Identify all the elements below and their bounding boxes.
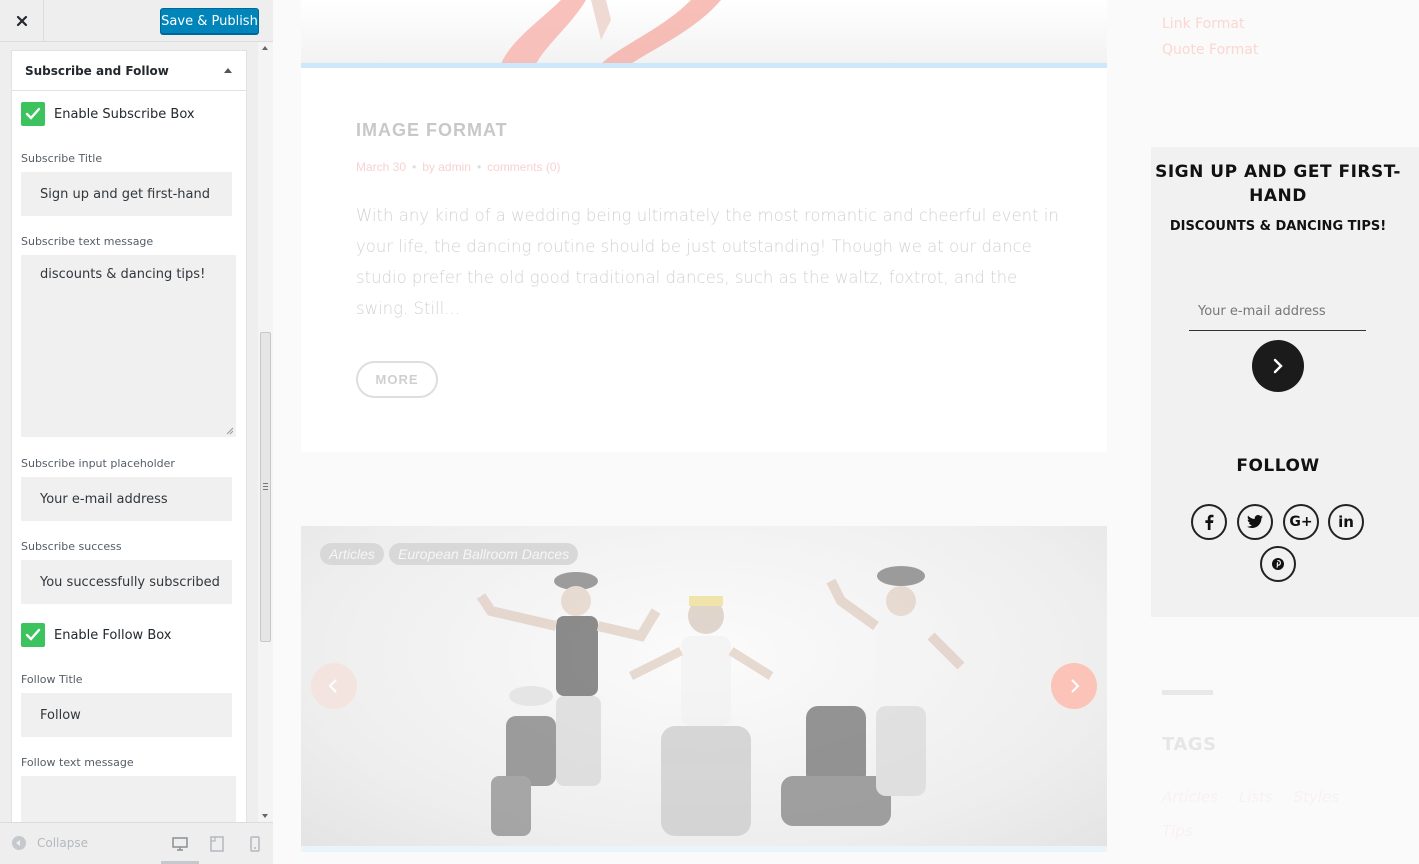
dancers-image — [476, 566, 965, 836]
subscribe-follow-section: Subscribe and Follow Enable Subscribe Bo… — [11, 50, 247, 822]
save-publish-button[interactable]: Save & Publish — [160, 8, 259, 34]
tablet-preview-icon[interactable] — [209, 836, 225, 852]
more-button[interactable]: MORE — [356, 361, 438, 398]
tag-link[interactable]: Styles — [1294, 788, 1340, 806]
section-title: Subscribe and Follow — [25, 63, 169, 78]
pinterest-icon — [1272, 558, 1284, 570]
email-input[interactable]: Your e-mail address — [1189, 293, 1366, 331]
follow-text-textarea[interactable] — [21, 776, 236, 822]
enable-follow-label: Enable Follow Box — [54, 627, 172, 643]
meta-separator: • — [412, 160, 417, 174]
site-preview: IMAGE FORMAT March 30 • by admin • comments … — [274, 0, 1419, 864]
previous-post-image — [301, 0, 1107, 64]
google-plus-button[interactable]: G+ — [1283, 504, 1319, 540]
grip-icon — [263, 483, 268, 490]
linkedin-icon: in — [1338, 513, 1354, 531]
enable-follow-control[interactable]: Enable Follow Box — [21, 623, 172, 647]
customizer-controls: Subscribe and Follow Enable Subscribe Bo… — [0, 42, 258, 822]
post-formats-list: Link Format Quote Format — [1162, 11, 1258, 63]
side-link[interactable]: Link Format — [1162, 11, 1258, 37]
gallery-next-button[interactable] — [1051, 663, 1097, 709]
enable-subscribe-label: Enable Subscribe Box — [54, 106, 195, 122]
checkmark-icon — [25, 628, 41, 641]
checkmark-icon — [25, 107, 41, 120]
chevron-right-icon — [1071, 679, 1080, 693]
scroll-down-arrow-icon[interactable] — [262, 814, 268, 818]
post-card: IMAGE FORMAT March 30 • by admin • comments … — [301, 68, 1107, 452]
close-customizer-button[interactable] — [0, 0, 44, 42]
tag-link[interactable]: Lists — [1239, 788, 1273, 806]
gallery-tag-chip[interactable]: European Ballroom Dances — [389, 543, 579, 565]
enable-follow-checkbox[interactable] — [21, 623, 45, 647]
follow-title-input[interactable]: Follow — [21, 693, 232, 737]
close-icon — [16, 15, 27, 27]
desktop-preview-icon[interactable] — [172, 836, 188, 852]
enable-subscribe-control[interactable]: Enable Subscribe Box — [21, 102, 195, 126]
chevron-left-icon — [328, 679, 337, 693]
meta-separator: • — [476, 160, 482, 174]
subscribe-text-textarea[interactable]: discounts & dancing tips! — [21, 255, 236, 437]
collapse-icon — [12, 836, 26, 850]
mobile-preview-icon[interactable] — [247, 836, 263, 852]
section-header[interactable]: Subscribe and Follow — [12, 51, 246, 91]
subscribe-title-input[interactable]: Sign up and get first-hand — [21, 172, 232, 216]
pinterest-button[interactable] — [1260, 546, 1296, 582]
post-accent-bar — [301, 846, 1107, 852]
post-title[interactable]: IMAGE FORMAT — [356, 120, 508, 141]
twitter-icon — [1247, 515, 1263, 528]
side-link[interactable]: Quote Format — [1162, 37, 1258, 63]
tags-list: Articles Lists Styles Tips — [1162, 780, 1382, 848]
subscribe-text-label: Subscribe text message — [21, 235, 154, 248]
gallery-prev-button[interactable] — [311, 663, 357, 709]
twitter-button[interactable] — [1237, 504, 1273, 540]
customizer-footer: Collapse — [0, 822, 273, 864]
dancer-image — [501, 0, 721, 64]
customizer-header: Save & Publish — [0, 0, 273, 42]
subscribe-success-label: Subscribe success — [21, 540, 122, 553]
collapse-label: Collapse — [37, 836, 88, 850]
scroll-up-arrow-icon[interactable] — [262, 46, 268, 50]
tags-title: TAGS — [1162, 734, 1217, 755]
customizer-scrollbar[interactable] — [258, 42, 273, 822]
enable-subscribe-checkbox[interactable] — [21, 102, 45, 126]
tags-divider — [1162, 690, 1213, 695]
post-meta: March 30 • by admin • comments (0) — [356, 160, 561, 174]
subscribe-follow-widget: SIGN UP AND GET FIRST-HAND DISCOUNTS & D… — [1151, 147, 1419, 617]
post-author[interactable]: by admin — [422, 160, 471, 174]
subscribe-placeholder-label: Subscribe input placeholder — [21, 457, 175, 470]
scrollbar-thumb[interactable] — [260, 332, 271, 642]
subscribe-success-input[interactable]: You successfully subscribed — [21, 560, 232, 604]
gallery-tag-chip[interactable]: Articles — [320, 543, 384, 565]
subscribe-text: DISCOUNTS & DANCING TIPS! — [1169, 219, 1387, 234]
facebook-icon — [1205, 514, 1214, 530]
post-date[interactable]: March 30 — [356, 160, 406, 174]
subscribe-submit-button[interactable] — [1252, 340, 1304, 392]
subscribe-text-value: discounts & dancing tips! — [40, 267, 206, 282]
subscribe-placeholder-input[interactable]: Your e-mail address — [21, 477, 232, 521]
follow-title: FOLLOW — [1236, 456, 1320, 476]
follow-title-label: Follow Title — [21, 673, 83, 686]
facebook-button[interactable] — [1191, 504, 1227, 540]
subscribe-title-label: Subscribe Title — [21, 152, 103, 165]
tag-link[interactable]: Articles — [1162, 788, 1218, 806]
post-comments[interactable]: comments (0) — [487, 160, 560, 174]
google-plus-icon: G+ — [1289, 514, 1313, 530]
tag-link[interactable]: Tips — [1162, 822, 1193, 840]
follow-text-label: Follow text message — [21, 756, 134, 769]
collapse-button[interactable]: Collapse — [12, 836, 88, 850]
linkedin-button[interactable]: in — [1328, 504, 1364, 540]
post-excerpt: With any kind of a wedding being ultimat… — [356, 206, 1059, 318]
chevron-right-icon — [1273, 358, 1283, 374]
post-gallery: Articles European Ballroom Dances — [301, 526, 1107, 846]
resize-handle-icon[interactable] — [226, 427, 234, 435]
collapse-arrow-icon[interactable] — [224, 68, 232, 73]
customizer-sidebar: Save & Publish Subscribe and Follow Enab… — [0, 0, 273, 864]
subscribe-title: SIGN UP AND GET FIRST-HAND — [1155, 162, 1401, 206]
